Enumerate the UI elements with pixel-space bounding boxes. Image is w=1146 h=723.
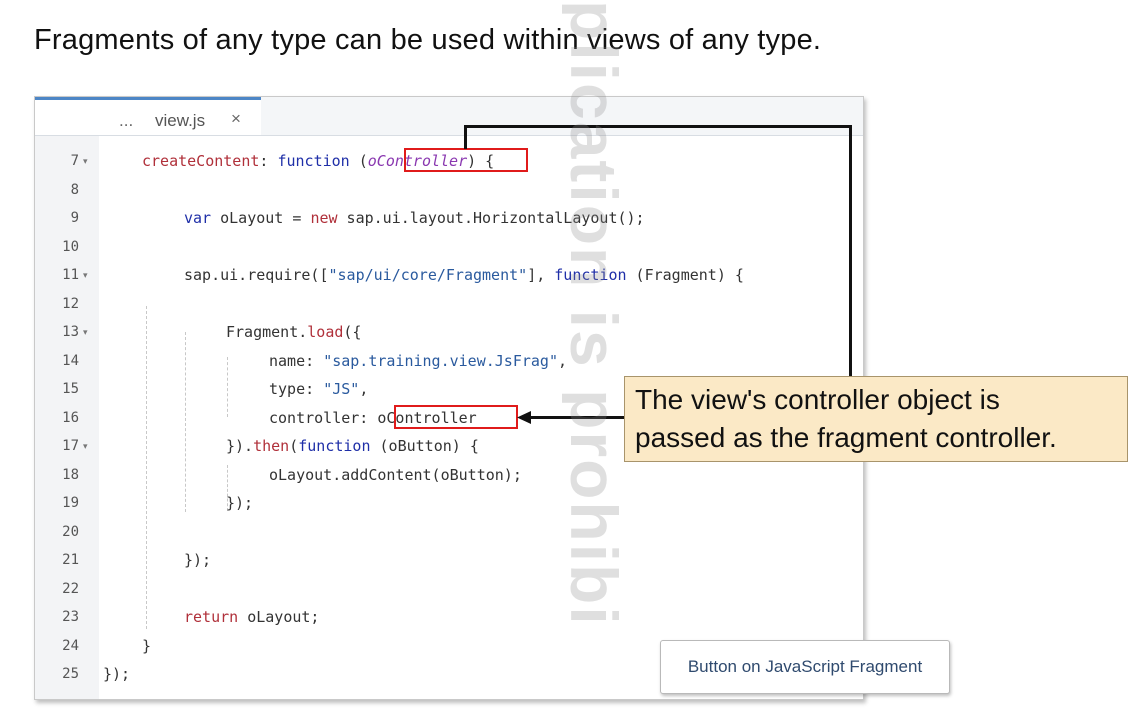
line-number: 21 <box>62 552 79 568</box>
line-number: 8 <box>70 182 79 198</box>
line-number: 11 <box>62 267 79 283</box>
indent-guide <box>227 357 228 417</box>
line-number: 7 <box>70 153 79 169</box>
close-icon[interactable]: × <box>231 109 241 129</box>
line-number: 9 <box>70 210 79 226</box>
code-line-14: name: "sap.training.view.JsFrag", <box>269 352 568 370</box>
line-number: 10 <box>62 239 79 255</box>
ocontroller-argument-highlight <box>394 405 518 429</box>
line-number: 12 <box>62 296 79 312</box>
line-number: 19 <box>62 495 79 511</box>
line-number: 13 <box>62 324 79 340</box>
line-number-gutter: 7 ▾ 8 9 10 11 ▾ 12 13 ▾ 14 15 16 17 ▾ 18… <box>35 136 99 699</box>
callout-box: The view's controller object is passed a… <box>624 376 1128 462</box>
line-number: 17 <box>62 438 79 454</box>
tab-view-js[interactable]: ... view.js × <box>35 97 261 135</box>
fold-arrow-icon[interactable]: ▾ <box>83 327 88 338</box>
code-line-24: } <box>142 637 152 655</box>
slide-heading: Fragments of any type can be used within… <box>34 24 822 56</box>
line-number: 22 <box>62 581 79 597</box>
code-line-21: }); <box>184 551 212 569</box>
code-line-13: Fragment.load({ <box>226 323 362 341</box>
callout-line-1: The view's controller object is <box>635 384 1000 415</box>
line-number: 25 <box>62 666 79 682</box>
fold-arrow-icon[interactable]: ▾ <box>83 441 88 452</box>
line-number: 14 <box>62 353 79 369</box>
code-line-19: }); <box>226 494 254 512</box>
line-number: 23 <box>62 609 79 625</box>
connector-line <box>528 416 624 419</box>
code-line-25: }); <box>103 665 131 683</box>
line-number: 24 <box>62 638 79 654</box>
javascript-fragment-button[interactable]: Button on JavaScript Fragment <box>660 640 950 694</box>
arrow-head-icon <box>517 411 531 424</box>
code-line-9: var oLayout = new sap.ui.layout.Horizont… <box>184 209 645 227</box>
line-number: 18 <box>62 467 79 483</box>
line-number: 15 <box>62 381 79 397</box>
connector-line <box>849 125 852 377</box>
code-line-18: oLayout.addContent(oButton); <box>269 466 522 484</box>
code-line-11: sap.ui.require(["sap/ui/core/Fragment"],… <box>184 266 744 284</box>
code-line-23: return oLayout; <box>184 608 320 626</box>
ocontroller-parameter-highlight <box>404 148 528 172</box>
connector-line <box>464 125 467 149</box>
fold-arrow-icon[interactable]: ▾ <box>83 156 88 167</box>
connector-line <box>464 125 852 128</box>
code-line-15: type: "JS", <box>269 380 369 398</box>
line-number: 16 <box>62 410 79 426</box>
indent-guide <box>146 306 147 629</box>
indent-guide <box>185 332 186 512</box>
code-line-17: }).then(function (oButton) { <box>226 437 479 455</box>
callout-line-2: passed as the fragment controller. <box>635 422 1057 453</box>
editor-tab-bar: ... view.js × <box>35 97 863 136</box>
tab-filename: view.js <box>155 111 206 130</box>
tab-path-ellipsis: ... <box>119 111 134 130</box>
fold-arrow-icon[interactable]: ▾ <box>83 270 88 281</box>
line-number: 20 <box>62 524 79 540</box>
